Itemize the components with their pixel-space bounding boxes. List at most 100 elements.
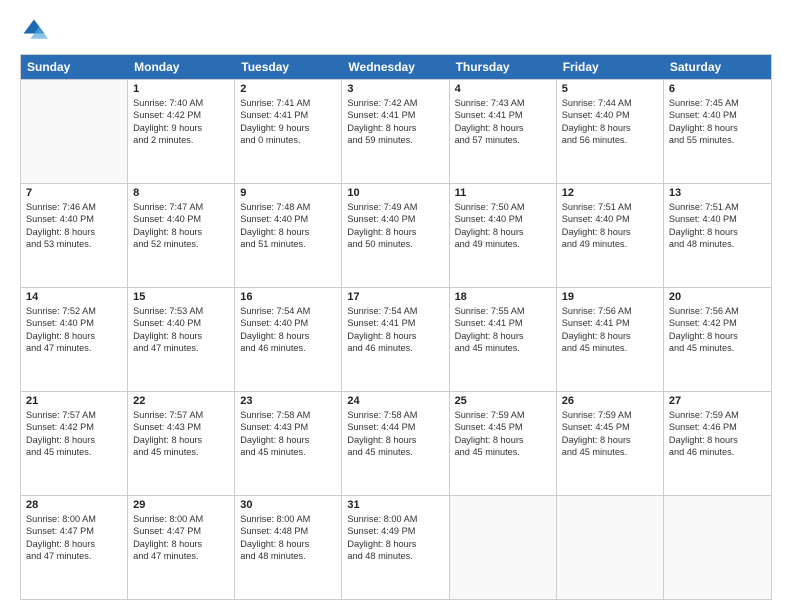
sunrise-line: Sunrise: 7:57 AM	[26, 409, 122, 421]
daylight-line-1: Daylight: 8 hours	[669, 226, 766, 238]
daylight-line-2: and 45 minutes.	[240, 446, 336, 458]
day-number: 6	[669, 83, 766, 95]
sunrise-line: Sunrise: 7:59 AM	[562, 409, 658, 421]
sunset-line: Sunset: 4:40 PM	[26, 213, 122, 225]
calendar-cell: 2Sunrise: 7:41 AMSunset: 4:41 PMDaylight…	[235, 80, 342, 183]
sunset-line: Sunset: 4:40 PM	[347, 213, 443, 225]
day-number: 3	[347, 83, 443, 95]
sunset-line: Sunset: 4:41 PM	[347, 109, 443, 121]
sunset-line: Sunset: 4:41 PM	[455, 317, 551, 329]
daylight-line-2: and 0 minutes.	[240, 134, 336, 146]
day-number: 4	[455, 83, 551, 95]
sunrise-line: Sunrise: 7:55 AM	[455, 305, 551, 317]
sunrise-line: Sunrise: 7:48 AM	[240, 201, 336, 213]
sunset-line: Sunset: 4:45 PM	[455, 421, 551, 433]
daylight-line-2: and 56 minutes.	[562, 134, 658, 146]
calendar-cell: 27 Sunrise: 7:59 AMSunset: 4:46 PMDayligh…	[664, 392, 771, 495]
sunrise-line: Sunrise: 7:59 AM	[669, 409, 766, 421]
sunrise-line: Sunrise: 7:47 AM	[133, 201, 229, 213]
sunset-line: Sunset: 4:40 PM	[26, 317, 122, 329]
calendar: SundayMondayTuesdayWednesdayThursdayFrid…	[20, 54, 772, 600]
sunrise-line: Sunrise: 7:50 AM	[455, 201, 551, 213]
calendar-cell: 29Sunrise: 8:00 AMSunset: 4:47 PMDayligh…	[128, 496, 235, 599]
daylight-line-2: and 47 minutes.	[133, 342, 229, 354]
calendar-cell: 8Sunrise: 7:47 AMSunset: 4:40 PMDaylight…	[128, 184, 235, 287]
calendar-cell: 23Sunrise: 7:58 AMSunset: 4:43 PMDayligh…	[235, 392, 342, 495]
daylight-line-2: and 47 minutes.	[133, 550, 229, 562]
calendar-row-1: 7Sunrise: 7:46 AMSunset: 4:40 PMDaylight…	[21, 183, 771, 287]
calendar-cell: 13Sunrise: 7:51 AMSunset: 4:40 PMDayligh…	[664, 184, 771, 287]
calendar-cell: 20Sunrise: 7:56 AMSunset: 4:42 PMDayligh…	[664, 288, 771, 391]
daylight-line-2: and 47 minutes.	[26, 342, 122, 354]
sunrise-line: Sunrise: 7:51 AM	[562, 201, 658, 213]
header	[20, 16, 772, 44]
day-number: 10	[347, 187, 443, 199]
sunset-line: Sunset: 4:41 PM	[347, 317, 443, 329]
daylight-line-1: Daylight: 9 hours	[133, 122, 229, 134]
daylight-line-1: Daylight: 8 hours	[669, 330, 766, 342]
daylight-line-2: and 49 minutes.	[562, 238, 658, 250]
daylight-line-1: Daylight: 8 hours	[347, 538, 443, 550]
calendar-cell	[664, 496, 771, 599]
daylight-line-1: Daylight: 8 hours	[240, 538, 336, 550]
day-number: 25	[455, 395, 551, 407]
daylight-line-1: Daylight: 8 hours	[26, 226, 122, 238]
calendar-header: SundayMondayTuesdayWednesdayThursdayFrid…	[21, 55, 771, 79]
sunrise-line: Sunrise: 7:58 AM	[347, 409, 443, 421]
daylight-line-2: and 48 minutes.	[669, 238, 766, 250]
daylight-line-1: Daylight: 8 hours	[347, 330, 443, 342]
day-number: 29	[133, 499, 229, 511]
daylight-line-2: and 2 minutes.	[133, 134, 229, 146]
daylight-line-1: Daylight: 8 hours	[455, 122, 551, 134]
daylight-line-1: Daylight: 8 hours	[26, 434, 122, 446]
day-number: 26	[562, 395, 658, 407]
sunrise-line: Sunrise: 8:00 AM	[240, 513, 336, 525]
daylight-line-1: Daylight: 8 hours	[133, 538, 229, 550]
daylight-line-1: Daylight: 8 hours	[455, 226, 551, 238]
daylight-line-1: Daylight: 8 hours	[240, 434, 336, 446]
calendar-cell: 28Sunrise: 8:00 AMSunset: 4:47 PMDayligh…	[21, 496, 128, 599]
calendar-cell: 31Sunrise: 8:00 AMSunset: 4:49 PMDayligh…	[342, 496, 449, 599]
calendar-row-3: 21Sunrise: 7:57 AMSunset: 4:42 PMDayligh…	[21, 391, 771, 495]
daylight-line-1: Daylight: 8 hours	[562, 434, 658, 446]
sunrise-line: Sunrise: 7:53 AM	[133, 305, 229, 317]
sunset-line: Sunset: 4:46 PM	[669, 421, 766, 433]
day-number: 22	[133, 395, 229, 407]
page: SundayMondayTuesdayWednesdayThursdayFrid…	[0, 0, 792, 612]
header-day-monday: Monday	[128, 55, 235, 79]
day-number: 9	[240, 187, 336, 199]
daylight-line-2: and 45 minutes.	[562, 342, 658, 354]
header-day-friday: Friday	[557, 55, 664, 79]
sunset-line: Sunset: 4:42 PM	[669, 317, 766, 329]
day-number: 20	[669, 291, 766, 303]
calendar-cell: 6Sunrise: 7:45 AMSunset: 4:40 PMDaylight…	[664, 80, 771, 183]
sunset-line: Sunset: 4:40 PM	[669, 213, 766, 225]
calendar-cell	[450, 496, 557, 599]
calendar-cell: 15Sunrise: 7:53 AMSunset: 4:40 PMDayligh…	[128, 288, 235, 391]
daylight-line-1: Daylight: 8 hours	[669, 434, 766, 446]
calendar-cell: 10Sunrise: 7:49 AMSunset: 4:40 PMDayligh…	[342, 184, 449, 287]
day-number: 1	[133, 83, 229, 95]
daylight-line-1: Daylight: 8 hours	[562, 122, 658, 134]
day-number: 15	[133, 291, 229, 303]
sunset-line: Sunset: 4:40 PM	[240, 317, 336, 329]
day-number: 19	[562, 291, 658, 303]
sunrise-line: Sunrise: 7:42 AM	[347, 97, 443, 109]
sunset-line: Sunset: 4:41 PM	[562, 317, 658, 329]
daylight-line-1: Daylight: 9 hours	[240, 122, 336, 134]
header-day-thursday: Thursday	[450, 55, 557, 79]
sunset-line: Sunset: 4:48 PM	[240, 525, 336, 537]
logo-icon	[20, 16, 48, 44]
daylight-line-2: and 45 minutes.	[347, 446, 443, 458]
day-number: 11	[455, 187, 551, 199]
daylight-line-2: and 48 minutes.	[347, 550, 443, 562]
sunrise-line: Sunrise: 7:44 AM	[562, 97, 658, 109]
daylight-line-2: and 59 minutes.	[347, 134, 443, 146]
day-number: 27	[669, 395, 766, 407]
sunrise-line: Sunrise: 7:41 AM	[240, 97, 336, 109]
calendar-cell: 9Sunrise: 7:48 AMSunset: 4:40 PMDaylight…	[235, 184, 342, 287]
sunrise-line: Sunrise: 7:52 AM	[26, 305, 122, 317]
daylight-line-2: and 46 minutes.	[669, 446, 766, 458]
calendar-cell: 26Sunrise: 7:59 AMSunset: 4:45 PMDayligh…	[557, 392, 664, 495]
day-number: 13	[669, 187, 766, 199]
